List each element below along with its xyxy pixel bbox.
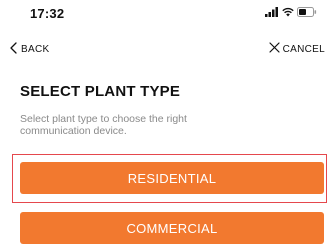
- close-icon: [269, 42, 280, 56]
- back-label: BACK: [21, 44, 50, 55]
- status-time: 17:32: [30, 6, 65, 21]
- wifi-icon: [282, 4, 294, 22]
- cancel-button[interactable]: CANCEL: [269, 42, 325, 56]
- back-button[interactable]: BACK: [10, 42, 49, 57]
- status-bar: 17:32: [0, 0, 331, 28]
- page-description: Select plant type to choose the right co…: [20, 113, 187, 137]
- signal-icon: [265, 4, 279, 22]
- chevron-left-icon: [10, 42, 17, 57]
- battery-icon: [297, 4, 317, 22]
- status-icons: [265, 7, 317, 19]
- page-title: SELECT PLANT TYPE: [20, 83, 181, 100]
- commercial-button[interactable]: COMMERCIAL: [20, 212, 324, 244]
- residential-button[interactable]: RESIDENTIAL: [20, 162, 324, 194]
- cancel-label: CANCEL: [282, 43, 325, 55]
- nav-bar: BACK CANCEL: [0, 40, 331, 60]
